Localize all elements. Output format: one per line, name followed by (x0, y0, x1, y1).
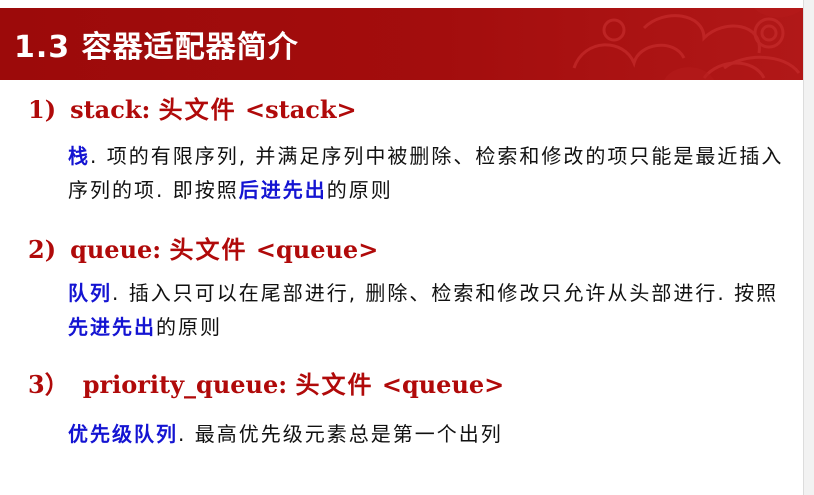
section-heading-queue: 2) queue: 头文件 <queue> (28, 230, 378, 265)
title-bar: 1.3 容器适配器简介 (0, 8, 804, 80)
header-label: 头文件 (295, 371, 374, 399)
header-label: 头文件 (169, 236, 248, 264)
header-file: <queue> (381, 370, 505, 399)
section-heading-stack: 1) stack: 头文件 <stack> (28, 90, 357, 125)
cloud-pattern-icon (572, 8, 804, 80)
slide: 1.3 容器适配器简介 1) stack: 头文件 <stack> 栈. 项的有限… (0, 0, 814, 495)
section-text-stack: 栈. 项的有限序列, 并满足序列中被删除、检索和修改的项只能是最近插入序列的项.… (68, 139, 790, 207)
header-file: <stack> (245, 95, 357, 124)
header-label: 头文件 (158, 96, 237, 124)
term-highlight: 栈 (68, 144, 90, 168)
description-text: . 项的有限序列, 并满足序列中被删除、检索和修改的项只能是最近插入序列的项. … (68, 144, 784, 202)
section-number: 3） (28, 370, 69, 399)
right-edge-bar (803, 0, 814, 495)
description-text: . 插入只可以在尾部进行, 删除、检索和修改只允许从头部进行. 按照 (112, 281, 779, 305)
section-name: priority_queue: (82, 370, 288, 399)
slide-title: 1.3 容器适配器简介 (14, 30, 299, 65)
section-number: 2) (28, 235, 57, 264)
principle-highlight: 后进先出 (238, 178, 327, 202)
section-text-priority-queue: 优先级队列. 最高优先级元素总是第一个出列 (68, 417, 790, 451)
principle-highlight: 先进先出 (68, 315, 156, 339)
section-text-queue: 队列. 插入只可以在尾部进行, 删除、检索和修改只允许从头部进行. 按照先进先出… (68, 276, 790, 344)
term-highlight: 优先级队列 (68, 422, 178, 446)
section-name: queue: (70, 235, 162, 264)
term-highlight: 队列 (68, 281, 112, 305)
section-number: 1) (28, 95, 57, 124)
description-text: 的原则 (326, 178, 393, 202)
section-name: stack: (70, 95, 151, 124)
header-file: <queue> (255, 235, 379, 264)
section-heading-priority-queue: 3） priority_queue: 头文件 <queue> (28, 365, 504, 400)
description-text: 的原则 (156, 315, 222, 339)
description-text: . 最高优先级元素总是第一个出列 (178, 422, 503, 446)
